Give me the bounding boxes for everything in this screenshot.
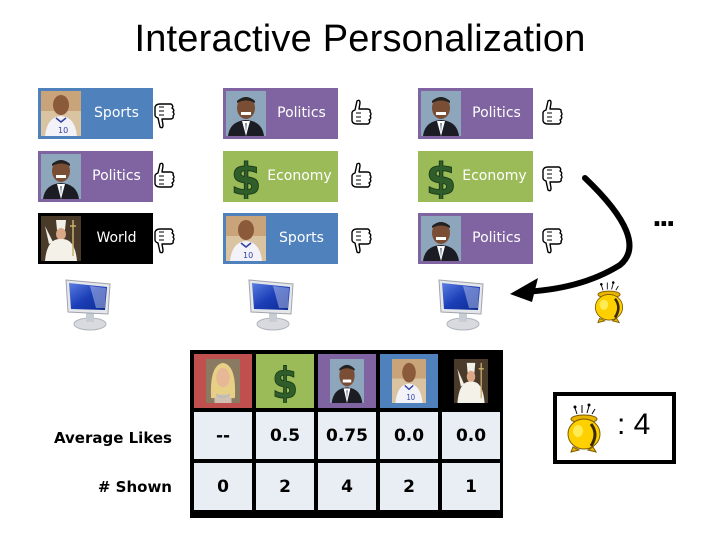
- reward-count: : 4: [617, 408, 651, 441]
- ellipsis: ...: [652, 203, 676, 233]
- pot-of-gold-icon: [565, 402, 603, 456]
- article-card-sports[interactable]: 10 Sports: [223, 213, 338, 264]
- pope-photo: [454, 359, 488, 403]
- article-card-politics[interactable]: Politics: [223, 88, 338, 139]
- column-header-sports: 10: [380, 354, 438, 408]
- monitor-icon: [243, 274, 299, 332]
- thumbs-up-icon[interactable]: [347, 97, 375, 131]
- article-card-politics[interactable]: Politics: [38, 151, 153, 202]
- average-likes-cell: --: [194, 412, 252, 459]
- shown-count-cell: 0: [194, 463, 252, 510]
- slide-title: Interactive Personalization: [134, 18, 586, 60]
- monitor-icon: [433, 274, 489, 332]
- row-label-shown: # Shown: [97, 478, 172, 496]
- politician-photo: [421, 91, 461, 136]
- article-card-world[interactable]: World: [38, 213, 153, 264]
- average-likes-cell: 0.75: [318, 412, 376, 459]
- shown-count-cell: 2: [256, 463, 314, 510]
- article-category-label: Sports: [94, 105, 139, 121]
- politician-photo: [226, 91, 266, 136]
- svg-text:10: 10: [58, 126, 68, 135]
- svg-text:$: $: [426, 154, 457, 199]
- stats-table: -- 0 $0.5 2 0.75 4 10 0.0 2 0.0 1: [190, 350, 503, 518]
- reward-box: : 4: [553, 392, 676, 464]
- column-header-world: [442, 354, 500, 408]
- article-card-politics[interactable]: Politics: [418, 88, 533, 139]
- pot-of-gold-icon: [590, 280, 628, 326]
- dollar-sign-icon: $: [421, 154, 461, 199]
- article-category-label: Politics: [92, 168, 141, 184]
- thumbs-up-icon[interactable]: [347, 160, 375, 194]
- soccer-player-photo: 10: [226, 216, 266, 261]
- shown-count-cell: 2: [380, 463, 438, 510]
- row-label-average-likes: Average Likes: [53, 429, 172, 447]
- svg-text:$: $: [231, 154, 262, 199]
- svg-text:10: 10: [243, 251, 253, 260]
- shown-count-cell: 1: [442, 463, 500, 510]
- svg-text:10: 10: [406, 393, 415, 403]
- celebrity-photo: [206, 359, 240, 403]
- thumbs-up-icon[interactable]: [538, 97, 566, 131]
- svg-text:$: $: [272, 359, 298, 403]
- article-category-label: Sports: [279, 230, 324, 246]
- article-category-label: Economy: [267, 168, 332, 184]
- thumbs-down-icon[interactable]: [347, 222, 375, 256]
- soccer-player-photo: 10: [392, 359, 426, 403]
- thumbs-down-icon[interactable]: [150, 222, 178, 256]
- article-category-label: Politics: [277, 105, 326, 121]
- soccer-player-photo: 10: [41, 91, 81, 136]
- thumbs-up-icon[interactable]: [150, 160, 178, 194]
- dollar-sign-icon: $: [268, 359, 302, 403]
- shown-count-cell: 4: [318, 463, 376, 510]
- column-header-politics: [318, 354, 376, 408]
- pope-photo: [41, 216, 81, 261]
- average-likes-cell: 0.0: [442, 412, 500, 459]
- politician-photo: [421, 216, 461, 261]
- dollar-sign-icon: $: [226, 154, 266, 199]
- monitor-icon: [60, 274, 116, 332]
- column-header-entertainment: [194, 354, 252, 408]
- article-category-label: Politics: [472, 105, 521, 121]
- average-likes-cell: 0.0: [380, 412, 438, 459]
- average-likes-cell: 0.5: [256, 412, 314, 459]
- politician-photo: [330, 359, 364, 403]
- politician-photo: [41, 154, 81, 199]
- article-card-sports[interactable]: 10 Sports: [38, 88, 153, 139]
- article-category-label: World: [96, 230, 137, 246]
- column-header-economy: $: [256, 354, 314, 408]
- article-card-economy[interactable]: $ Economy: [223, 151, 338, 202]
- curved-arrow-icon: [510, 175, 633, 302]
- thumbs-down-icon[interactable]: [150, 97, 178, 131]
